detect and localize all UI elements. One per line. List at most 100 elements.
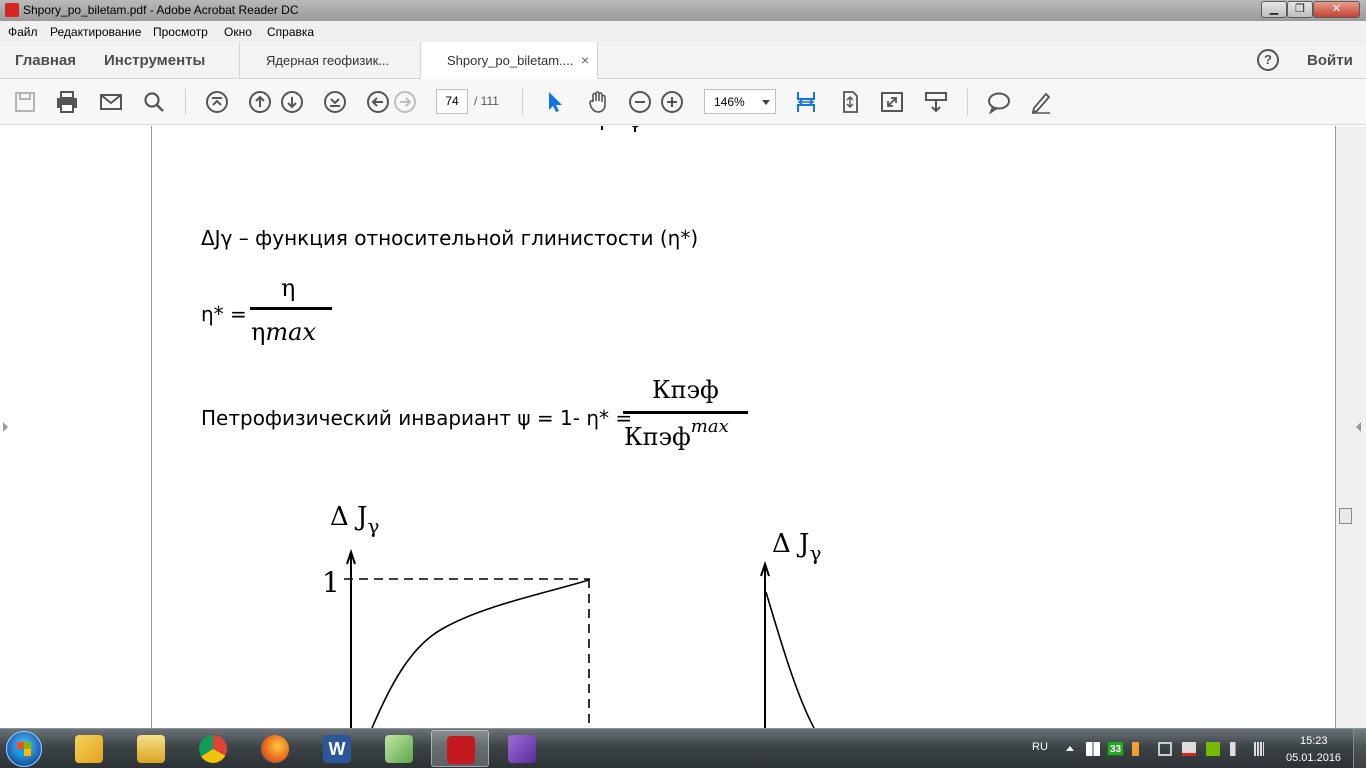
word-icon: W (323, 735, 351, 763)
tab-tools[interactable]: Инструменты (104, 52, 205, 69)
eq1-lhs: η* = (201, 302, 247, 326)
comment-icon[interactable] (987, 90, 1011, 114)
tab-bar: Главная Инструменты Ядерная геофизик... … (0, 42, 1366, 80)
eq1-numerator: η (281, 274, 296, 302)
visual-studio-icon (508, 735, 536, 763)
minimize-button[interactable]: ▁ (1261, 1, 1287, 18)
vertical-scrollbar[interactable] (1336, 126, 1366, 728)
eq1-denominator: ηmax (251, 318, 316, 346)
eq2-denominator: Кпэфmax (624, 416, 729, 451)
acrobat-app-icon (5, 3, 19, 17)
acrobat-icon (447, 736, 475, 764)
nvidia-icon[interactable] (1206, 742, 1220, 756)
language-indicator[interactable]: RU (1032, 741, 1048, 753)
help-icon[interactable]: ? (1257, 49, 1279, 71)
tab-home[interactable]: Главная (15, 52, 76, 69)
read-mode-icon[interactable] (924, 90, 948, 114)
graph-1-y-label: Δ Jγ (330, 502, 379, 538)
tray-expand-icon[interactable] (1066, 746, 1074, 751)
graph-2-y-label-text: Δ J (772, 529, 810, 559)
select-cursor-icon[interactable] (543, 90, 567, 114)
last-page-icon[interactable] (323, 90, 347, 114)
maximize-button[interactable]: ❐ (1287, 1, 1313, 18)
tab-document-2[interactable]: Shpory_po_biletam.... × (420, 42, 598, 80)
windows-tray-icon[interactable] (1086, 742, 1100, 756)
sign-in-button[interactable]: Войти (1307, 52, 1353, 69)
toolbar-separator (185, 89, 186, 115)
print-icon[interactable] (55, 90, 79, 114)
graph-2-curve (765, 591, 815, 728)
tab-close-icon[interactable]: × (581, 52, 589, 68)
taskbar-chrome[interactable] (184, 730, 242, 767)
menu-edit[interactable]: Редактирование (50, 25, 141, 39)
graph-2-y-label: Δ Jγ (772, 529, 821, 565)
clock-date[interactable]: 05.01.2016 (1286, 752, 1341, 764)
email-icon[interactable] (99, 90, 123, 114)
page-number-input[interactable]: 74 (436, 89, 468, 114)
graph-1-y-label-text: Δ J (330, 502, 368, 532)
sign-icon[interactable] (1029, 90, 1053, 114)
fit-page-icon[interactable] (838, 90, 862, 114)
fit-width-icon[interactable] (794, 90, 818, 114)
speaker-warning-icon[interactable] (1132, 742, 1146, 756)
taskbar-notepad[interactable] (370, 730, 428, 767)
eq1-denominator-max: max (265, 318, 316, 346)
menu-file[interactable]: Файл (8, 25, 38, 39)
save-icon[interactable] (13, 90, 37, 114)
scrollbar-thumb[interactable] (1339, 508, 1352, 524)
show-desktop-button[interactable] (1353, 729, 1366, 768)
taskbar-firefox[interactable] (246, 730, 304, 767)
clock-time[interactable]: 15:23 (1300, 735, 1328, 747)
menu-view[interactable]: Просмотр (153, 25, 208, 39)
signal-icon[interactable] (1254, 742, 1264, 756)
menu-bar: Файл Редактирование Просмотр Окно Справк… (0, 21, 1366, 42)
start-button[interactable] (6, 731, 42, 767)
search-icon[interactable] (142, 90, 166, 114)
taskbar-file-manager[interactable] (122, 730, 180, 767)
tray-badge-icon[interactable]: 33 (1107, 741, 1124, 756)
zoom-select[interactable]: 146% (704, 89, 776, 114)
pdf-page: ΔJγ – функция относительной глинистости … (151, 126, 1336, 728)
taskbar-word[interactable]: W (308, 730, 366, 767)
graph-2 (760, 560, 815, 728)
full-screen-icon[interactable] (880, 90, 904, 114)
zoom-out-icon[interactable] (628, 90, 652, 114)
next-page-icon[interactable] (280, 90, 304, 114)
taskbar-acrobat[interactable] (431, 730, 489, 767)
file-manager-icon (137, 735, 165, 763)
network-icon[interactable] (1158, 742, 1172, 756)
first-page-icon[interactable] (205, 90, 229, 114)
text-line-clay-function: ΔJγ – функция относительной глинистости … (201, 226, 699, 250)
zoom-in-icon[interactable] (660, 90, 684, 114)
menu-help[interactable]: Справка (267, 25, 314, 39)
left-panel-toggle-icon[interactable] (3, 422, 8, 432)
taskbar-explorer[interactable] (60, 730, 118, 767)
tab-document-1[interactable]: Ядерная геофизик... (239, 42, 420, 79)
back-icon[interactable] (366, 90, 390, 114)
taskbar: W RU 33 15:23 05.01.2016 (0, 728, 1366, 768)
page-total: / 111 (474, 94, 499, 108)
chrome-icon (199, 735, 227, 763)
explorer-icon (75, 735, 103, 763)
right-panel-toggle-icon[interactable] (1356, 422, 1361, 432)
volume-icon[interactable] (1230, 742, 1244, 756)
forward-icon[interactable] (393, 90, 417, 114)
tab-document-2-label: Shpory_po_biletam.... (447, 53, 574, 68)
firefox-icon (261, 735, 289, 763)
eq2-fraction-bar (623, 411, 748, 414)
toolbar-separator (522, 89, 523, 115)
network-disconnected-icon[interactable] (1182, 742, 1196, 756)
hand-tool-icon[interactable] (586, 90, 610, 114)
close-button[interactable]: ✕ (1313, 1, 1360, 18)
taskbar-visual-studio[interactable] (493, 730, 551, 767)
title-bar: Shpory_po_biletam.pdf - Adobe Acrobat Re… (0, 0, 1366, 21)
formula-fragment (601, 126, 639, 132)
eq2-lhs: Петрофизический инвариант ψ = 1- η* = (201, 406, 633, 430)
menu-window[interactable]: Окно (224, 25, 252, 39)
document-viewport[interactable]: ΔJγ – функция относительной глинистости … (0, 126, 1366, 728)
zoom-value: 146% (714, 95, 745, 109)
graph-1-tick-1: 1 (322, 566, 340, 599)
previous-page-icon[interactable] (248, 90, 272, 114)
graph-1-curve (371, 579, 590, 728)
notepad-icon (385, 735, 413, 763)
